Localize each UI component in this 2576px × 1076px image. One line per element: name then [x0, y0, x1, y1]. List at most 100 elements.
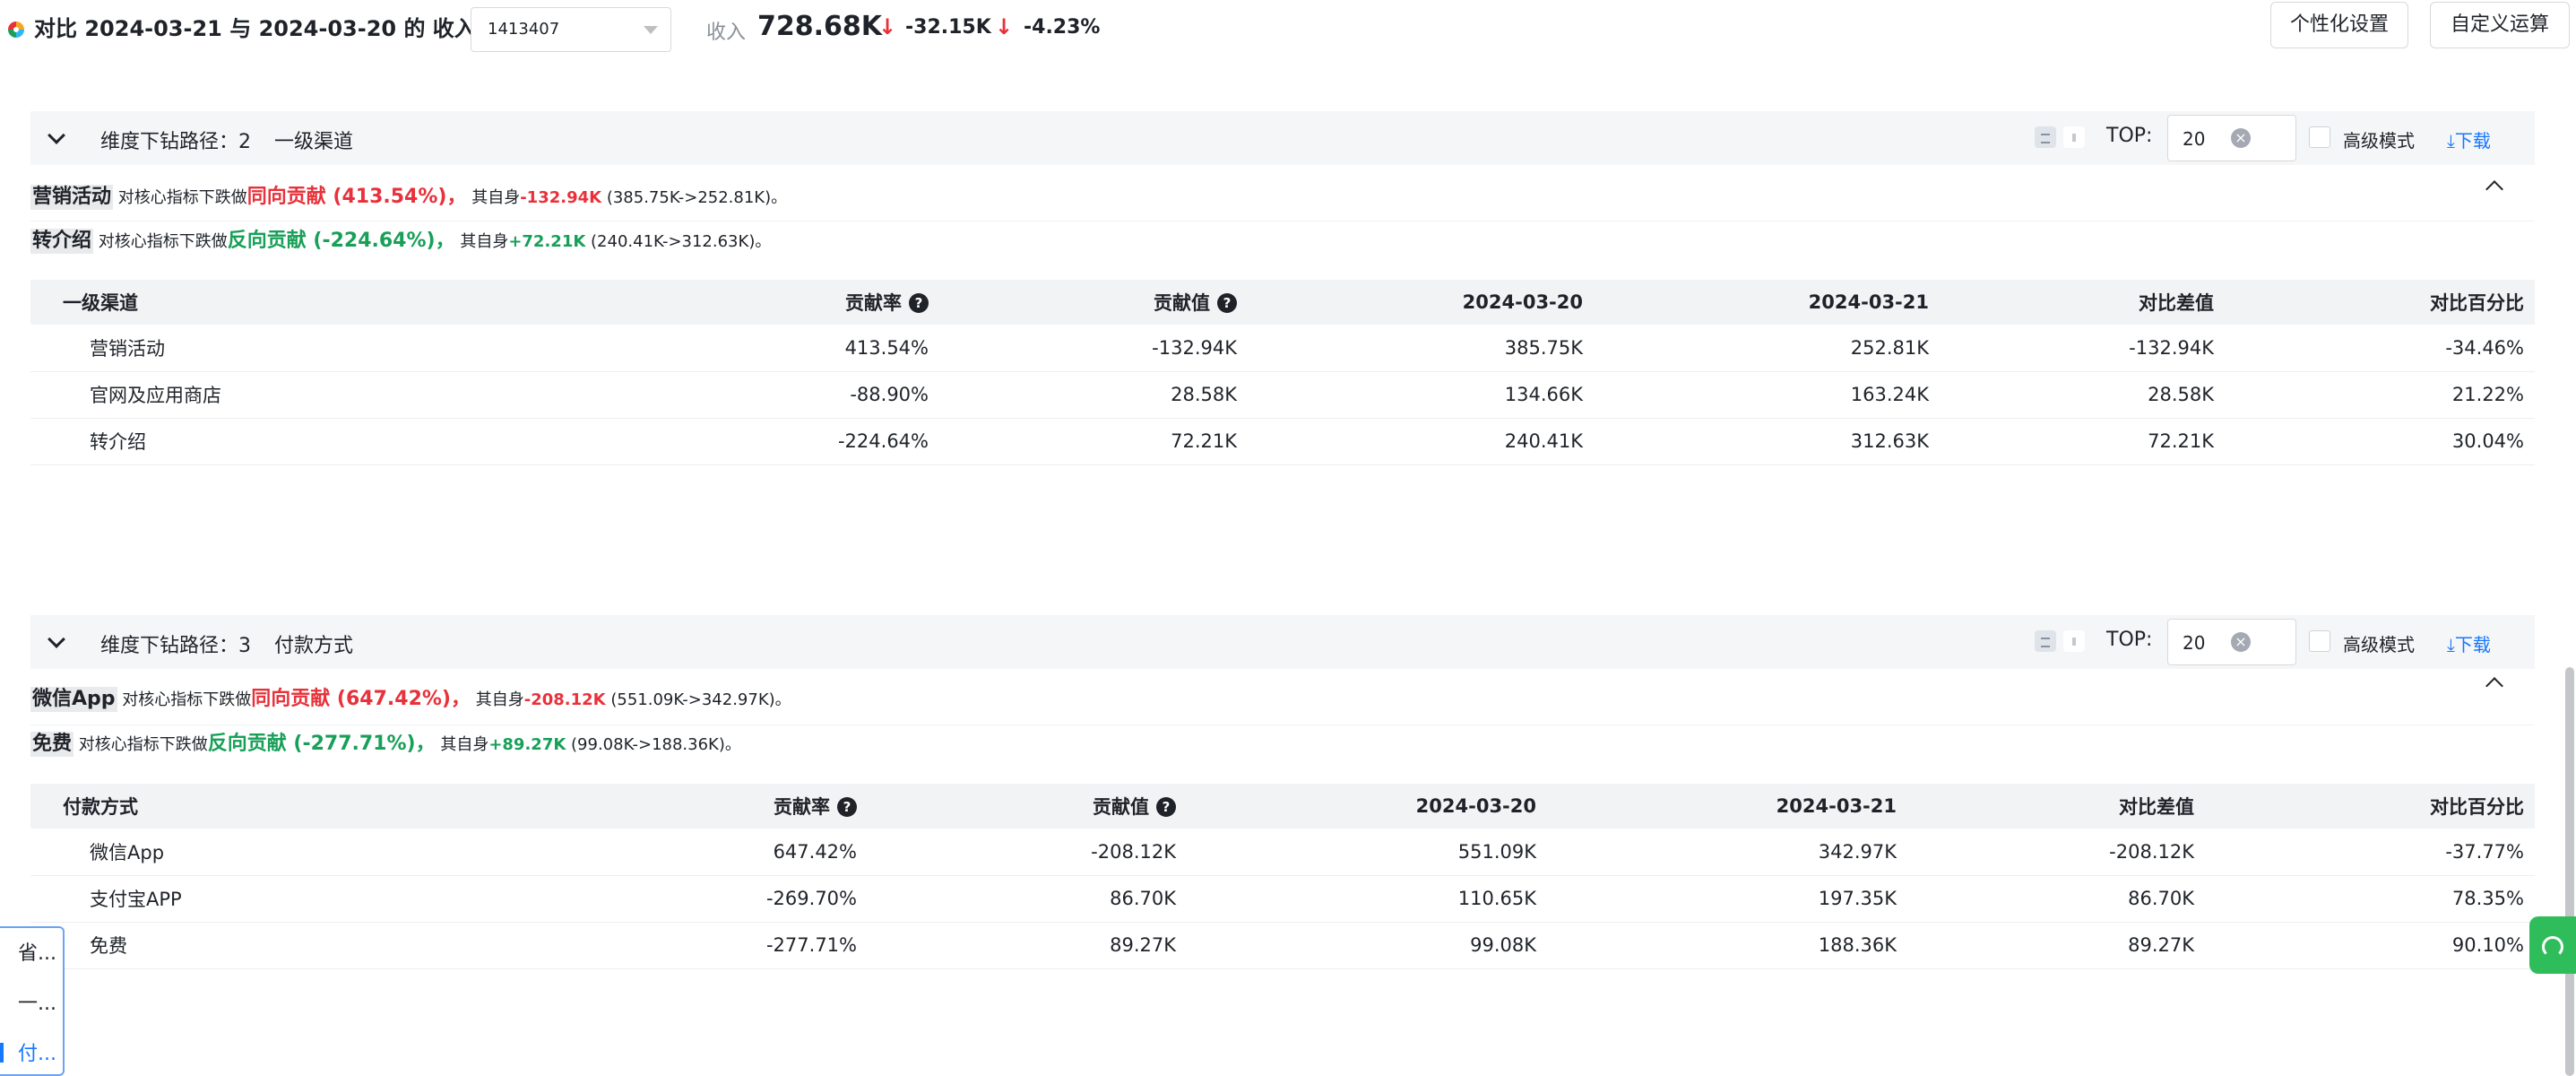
column-header[interactable]: 对比差值: [1907, 784, 2205, 829]
clear-icon[interactable]: ×: [2231, 128, 2251, 148]
table-row[interactable]: 官网及应用商店 -88.90% 28.58K 134.66K 163.24K 2…: [30, 371, 2535, 419]
table-cell: 188.36K: [1547, 922, 1907, 969]
insight-direction: 同向贡献 (413.54%)，: [246, 186, 467, 208]
table-cell: 312.63K: [1594, 418, 1940, 465]
download-label: 下载: [2454, 634, 2491, 655]
column-header[interactable]: 贡献率?: [333, 280, 939, 325]
top-input[interactable]: 20 ×: [2167, 115, 2296, 161]
delta-pct: -4.23%: [1024, 16, 1101, 39]
column-header[interactable]: 对比百分比: [2205, 784, 2535, 829]
column-header-label: 贡献值: [1154, 292, 1210, 314]
table-cell: -37.77%: [2205, 829, 2535, 876]
insight-range: (551.09K->342.97K)。: [610, 690, 791, 709]
help-icon[interactable]: ?: [909, 293, 929, 313]
top-label: TOP:: [2106, 629, 2153, 651]
advanced-mode-label: 高级模式: [2343, 130, 2415, 152]
scrollbar-thumb[interactable]: [2565, 667, 2574, 1076]
custom-calc-button[interactable]: 自定义运算: [2430, 2, 2570, 48]
table-cell: 免费: [30, 922, 333, 969]
table-cell: -277.71%: [333, 922, 868, 969]
chart-view-icon[interactable]: [2063, 630, 2085, 652]
top-input[interactable]: 20 ×: [2167, 619, 2296, 665]
collapse-chevron-icon[interactable]: [48, 126, 65, 144]
help-icon[interactable]: ?: [1217, 293, 1237, 313]
table-cell: -208.12K: [1907, 829, 2205, 876]
download-label: 下载: [2454, 130, 2491, 152]
table-cell: 支付宝APP: [30, 875, 333, 923]
column-header[interactable]: 贡献值?: [939, 280, 1248, 325]
table-cell: -208.12K: [868, 829, 1187, 876]
insight-text: 对核心指标下跌做: [98, 232, 228, 251]
collapse-up-icon[interactable]: [2485, 677, 2503, 695]
panel-header: 维度下钻路径：2 一级渠道 TOP: 20 × 高级模式 ⤓下载: [30, 111, 2535, 165]
insight-self-value: +89.27K: [488, 735, 566, 754]
table-row[interactable]: 支付宝APP -269.70% 86.70K 110.65K 197.35K 8…: [30, 875, 2535, 923]
column-header[interactable]: 2024-03-21: [1547, 784, 1907, 829]
table-cell: 99.08K: [1187, 922, 1547, 969]
column-header-label: 贡献率: [845, 292, 902, 314]
insight-self-value: -132.94K: [520, 188, 602, 207]
collapse-up-icon[interactable]: [2485, 180, 2503, 198]
advanced-mode-checkbox[interactable]: [2309, 630, 2330, 652]
table-cell: 163.24K: [1594, 371, 1940, 419]
download-link[interactable]: ⤓下载: [2447, 630, 2491, 656]
column-header[interactable]: 2024-03-21: [1594, 280, 1940, 325]
table-view-icon[interactable]: [2035, 126, 2056, 148]
anchor-nav-item-active[interactable]: 付...: [18, 1037, 56, 1066]
insight-text: 其自身: [471, 188, 521, 207]
clear-icon[interactable]: ×: [2231, 632, 2251, 652]
arrow-down-icon: ↓: [878, 14, 897, 39]
column-header[interactable]: 2024-03-20: [1187, 784, 1547, 829]
column-header[interactable]: 2024-03-20: [1248, 280, 1594, 325]
table-cell: 28.58K: [939, 371, 1248, 419]
table-cell: 342.97K: [1547, 829, 1907, 876]
download-link[interactable]: ⤓下载: [2447, 126, 2491, 152]
table-cell: 30.04%: [2225, 418, 2535, 465]
column-header[interactable]: 贡献值?: [868, 784, 1187, 829]
table-row[interactable]: 转介绍 -224.64% 72.21K 240.41K 312.63K 72.2…: [30, 418, 2535, 465]
advanced-mode-checkbox[interactable]: [2309, 126, 2330, 148]
column-header[interactable]: 对比差值: [1940, 280, 2225, 325]
personalize-button[interactable]: 个性化设置: [2270, 2, 2408, 48]
help-icon[interactable]: ?: [837, 797, 857, 817]
panel-header: 维度下钻路径：3 付款方式 TOP: 20 × 高级模式 ⤓下载: [30, 615, 2535, 669]
download-icon: ⤓: [2447, 634, 2455, 655]
table-view-icon[interactable]: [2035, 630, 2056, 652]
table-cell: -224.64%: [333, 418, 939, 465]
insight-direction: 反向贡献 (-224.64%)，: [227, 230, 455, 252]
column-header[interactable]: 付款方式: [30, 784, 333, 829]
table-row[interactable]: 微信App 647.42% -208.12K 551.09K 342.97K -…: [30, 829, 2535, 876]
help-icon[interactable]: ?: [1156, 797, 1176, 817]
table-cell: 89.27K: [1907, 922, 2205, 969]
collapse-chevron-icon[interactable]: [48, 630, 65, 648]
chart-view-icon[interactable]: [2063, 126, 2085, 148]
node-select[interactable]: 1413407: [471, 7, 671, 52]
top-input-value: 20: [2183, 128, 2206, 150]
table-cell: 78.35%: [2205, 875, 2535, 923]
anchor-nav-item[interactable]: 一...: [18, 987, 56, 1016]
table-cell: 252.81K: [1594, 325, 1940, 372]
column-header-label: 贡献率: [774, 796, 830, 818]
table-cell: 转介绍: [30, 418, 333, 465]
column-header[interactable]: 对比百分比: [2225, 280, 2535, 325]
insight-tag: 营销活动: [30, 185, 114, 210]
table-cell: 197.35K: [1547, 875, 1907, 923]
insight-tag: 转介绍: [30, 229, 94, 254]
insight-text: 其自身: [475, 690, 524, 709]
page-header: 对比 2024-03-21 与 2024-03-20 的 收入 1413407 …: [0, 0, 2576, 59]
table-cell: -132.94K: [939, 325, 1248, 372]
customer-service-icon[interactable]: [2529, 916, 2576, 974]
column-header-label: 贡献值: [1093, 796, 1149, 818]
column-header[interactable]: 贡献率?: [333, 784, 868, 829]
table-row[interactable]: 营销活动 413.54% -132.94K 385.75K 252.81K -1…: [30, 325, 2535, 372]
anchor-nav-item[interactable]: 省...: [18, 937, 56, 966]
insight-text: 其自身: [460, 232, 509, 251]
table-cell: 86.70K: [868, 875, 1187, 923]
arrow-down-icon: ↓: [995, 14, 1014, 39]
column-header[interactable]: 一级渠道: [30, 280, 333, 325]
table-cell: -34.46%: [2225, 325, 2535, 372]
insight-row: 微信App 对核心指标下跌做同向贡献 (647.42%)， 其自身-208.12…: [30, 687, 791, 713]
node-select-value: 1413407: [488, 20, 560, 39]
insight-row: 免费 对核心指标下跌做反向贡献 (-277.71%)， 其自身+89.27K (…: [30, 732, 741, 758]
table-row[interactable]: 免费 -277.71% 89.27K 99.08K 188.36K 89.27K…: [30, 922, 2535, 969]
